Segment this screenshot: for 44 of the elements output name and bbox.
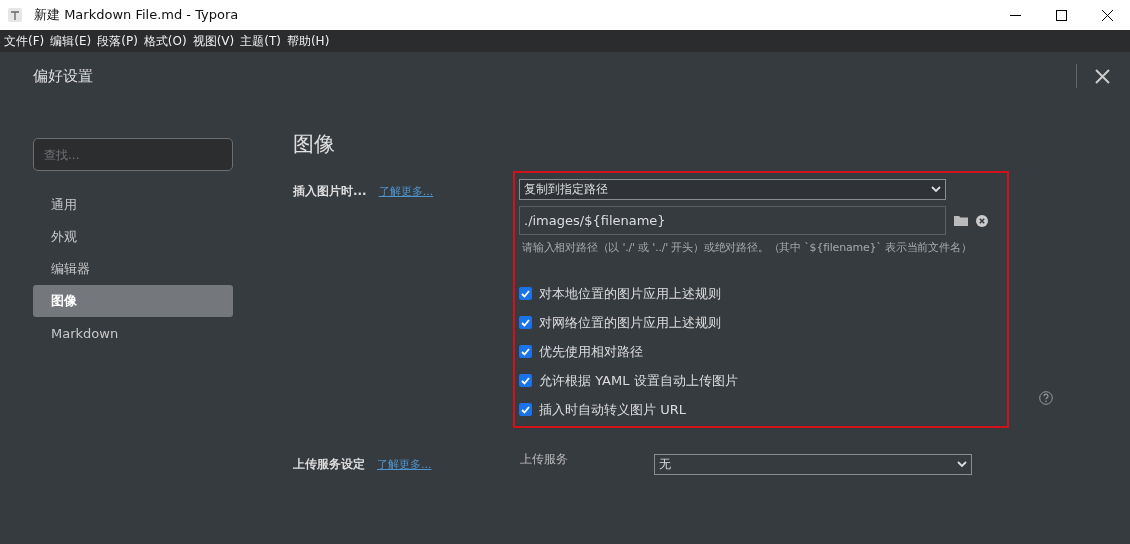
option-label: 对本地位置的图片应用上述规则: [539, 284, 721, 303]
sidebar-item[interactable]: 编辑器: [33, 253, 233, 285]
dialog-title: 偏好设置: [33, 66, 94, 86]
menu-item[interactable]: 主题(T): [239, 32, 286, 50]
sidebar-item[interactable]: Markdown: [33, 317, 233, 349]
checkbox[interactable]: [519, 316, 532, 329]
upload-service-select[interactable]: 无: [654, 454, 972, 475]
checkbox[interactable]: [519, 374, 532, 387]
path-field[interactable]: ./images/${filename}: [519, 206, 946, 235]
close-icon[interactable]: [1093, 66, 1112, 86]
caret-icon: [957, 461, 967, 468]
option-label: 对网络位置的图片应用上述规则: [539, 313, 721, 332]
help-icon[interactable]: [1039, 391, 1053, 405]
maximize-icon[interactable]: [1055, 9, 1067, 21]
action-select[interactable]: 复制到指定路径: [519, 179, 946, 200]
sidebar-item[interactable]: 通用: [33, 189, 233, 221]
menu-item[interactable]: 文件(F): [3, 32, 50, 50]
learn-more-link[interactable]: 了解更多...: [378, 184, 434, 199]
menu-item[interactable]: 编辑(E): [49, 32, 97, 50]
section-heading: 图像: [293, 131, 336, 158]
checkbox[interactable]: [519, 345, 532, 358]
checkbox[interactable]: [519, 403, 532, 416]
setting-label: 插入图片时...: [293, 183, 367, 200]
learn-more-link[interactable]: 了解更多...: [377, 457, 432, 472]
menu-item[interactable]: 视图(V): [191, 32, 240, 50]
setting-label: 上传服务设定: [293, 456, 365, 473]
sidebar-item[interactable]: 图像: [33, 285, 233, 317]
app-icon: [8, 8, 22, 22]
window-title: 新建 Markdown File.md - Typora: [34, 6, 240, 24]
folder-icon[interactable]: [954, 215, 968, 226]
menu-item[interactable]: 段落(P): [96, 32, 143, 50]
option-label: 插入时自动转义图片 URL: [539, 400, 686, 419]
close-icon[interactable]: [1101, 9, 1113, 21]
option-label: 优先使用相对路径: [539, 342, 643, 361]
clear-icon[interactable]: [976, 214, 988, 227]
field-label: 上传服务: [520, 451, 569, 468]
sidebar-item[interactable]: 外观: [33, 221, 233, 253]
option-label: 允许根据 YAML 设置自动上传图片: [539, 371, 738, 390]
search-field[interactable]: 查找...: [33, 138, 233, 171]
path-hint: 请输入相对路径（以 './' 或 '../' 开头）或绝对路径。（其中 `${filename}` 表示当前文件名）: [522, 240, 973, 255]
caret-icon: [931, 186, 941, 193]
menu-item[interactable]: 格式(O): [142, 32, 192, 50]
menu-item[interactable]: 帮助(H): [285, 32, 335, 50]
checkbox[interactable]: [519, 287, 532, 300]
